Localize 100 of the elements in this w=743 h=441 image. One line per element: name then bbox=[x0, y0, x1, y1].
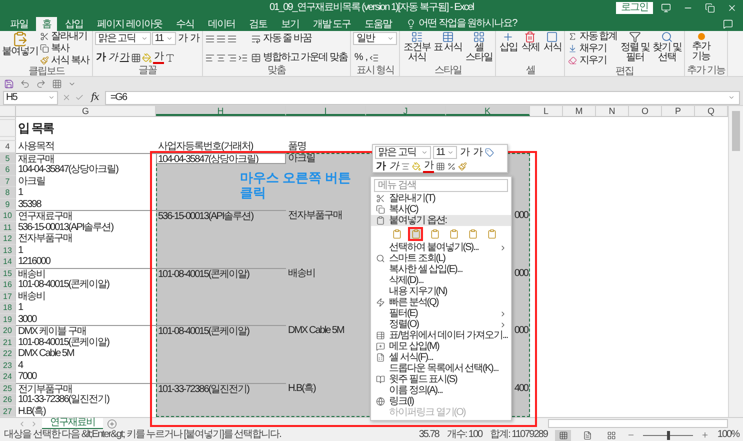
format-painter-button[interactable]: 서식 복사 bbox=[39, 55, 90, 66]
column-header[interactable]: H bbox=[156, 106, 286, 116]
align-center-icon[interactable] bbox=[401, 162, 410, 171]
menu-item[interactable]: 윗주 필드 표시(S) bbox=[371, 374, 511, 385]
normal-view-button[interactable] bbox=[555, 430, 572, 440]
tell-me-search[interactable]: 어떤 작업을 원하시나요? bbox=[418, 17, 517, 31]
grow-font-button[interactable]: 가 bbox=[459, 146, 470, 159]
font-name-field[interactable]: 맑은 고딕 bbox=[94, 32, 151, 45]
menu-item[interactable]: 스마트 조회(L) bbox=[371, 253, 511, 264]
row-header[interactable]: 5 bbox=[0, 152, 16, 164]
row-header[interactable]: 11 bbox=[0, 222, 16, 233]
menu-item[interactable]: 내용 지우기(N) bbox=[371, 286, 511, 297]
ribbon-tab[interactable]: 보기 bbox=[274, 17, 305, 31]
ribbon-tab[interactable]: 도움말 bbox=[358, 17, 398, 31]
autosum-button[interactable]: 자동 합계 bbox=[567, 31, 618, 42]
row-header[interactable]: 23 bbox=[0, 360, 16, 371]
fill-button[interactable]: 채우기 bbox=[567, 43, 618, 54]
row-header[interactable]: 20 bbox=[0, 325, 16, 336]
column-header[interactable]: J bbox=[366, 106, 446, 116]
row-header[interactable]: 17 bbox=[0, 290, 16, 302]
sort-filter-button[interactable]: 정렬 및 필터 bbox=[620, 31, 650, 66]
menu-item[interactable]: 선택하여 붙여넣기(S)... bbox=[371, 242, 511, 253]
add-ins-button[interactable]: 추가 기능 bbox=[687, 31, 716, 65]
row-header[interactable]: 21 bbox=[0, 336, 16, 348]
menu-search-field[interactable]: 메뉴 검색 bbox=[374, 179, 508, 192]
login-button[interactable]: 로그인 bbox=[616, 2, 653, 14]
comment-icon[interactable] bbox=[723, 19, 733, 29]
menu-item[interactable]: 빠른 분석(Q) bbox=[371, 297, 511, 308]
italic-button[interactable]: 가 bbox=[388, 160, 399, 173]
ribbon-tab[interactable]: 홈 bbox=[36, 17, 57, 31]
row-header[interactable]: 9 bbox=[0, 198, 16, 210]
row-header[interactable]: 18 bbox=[0, 302, 16, 314]
fill-color-icon[interactable] bbox=[412, 162, 421, 171]
zoom-in-icon[interactable] bbox=[701, 431, 710, 439]
row-header[interactable]: 13 bbox=[0, 244, 16, 256]
add-sheet-icon[interactable] bbox=[107, 418, 117, 428]
clear-button[interactable]: 지우기 bbox=[567, 55, 618, 66]
row-header[interactable]: 7 bbox=[0, 176, 16, 187]
style-button[interactable]: 셀 스타일 bbox=[464, 31, 494, 65]
restore-icon[interactable] bbox=[705, 3, 715, 13]
ribbon-tab[interactable]: 파일 bbox=[4, 17, 34, 31]
menu-item[interactable]: 드롭다운 목록에서 선택(K)... bbox=[371, 363, 511, 374]
row-header[interactable]: 26 bbox=[0, 394, 16, 406]
menu-item[interactable]: 메모 삽입(M) bbox=[371, 341, 511, 352]
merge-center-button[interactable]: 병합하고 가운데 맞춤 bbox=[250, 50, 348, 65]
menu-item[interactable]: 복사(C) bbox=[371, 204, 511, 215]
ribbon-tab[interactable]: 검토 bbox=[242, 17, 273, 31]
column-header[interactable]: I bbox=[286, 106, 366, 116]
menu-item[interactable]: 필터(E) bbox=[371, 308, 511, 319]
scroll-right-icon[interactable] bbox=[30, 420, 38, 428]
font-color-button[interactable]: 가 bbox=[423, 160, 434, 173]
row-header[interactable]: 24 bbox=[0, 371, 16, 382]
paste-option-button[interactable] bbox=[408, 227, 423, 241]
undo-icon[interactable] bbox=[20, 78, 30, 88]
italic-button[interactable]: 가 bbox=[106, 51, 118, 64]
font-color-button[interactable]: 가 bbox=[152, 51, 164, 64]
font-size-field[interactable]: 11 bbox=[433, 146, 457, 159]
wrap-text-button[interactable]: 자동 줄 바꿈 bbox=[250, 31, 348, 46]
comma-button[interactable]: , bbox=[364, 51, 368, 64]
number-format-field[interactable]: 일반 bbox=[353, 32, 398, 45]
name-box[interactable]: H5 bbox=[3, 90, 58, 104]
row-header[interactable]: 16 bbox=[0, 279, 16, 290]
row-header[interactable]: 15 bbox=[0, 268, 16, 279]
ribbon-tab[interactable]: 개발 도구 bbox=[306, 17, 357, 31]
borders-icon[interactable] bbox=[130, 52, 141, 62]
menu-item[interactable]: 삭제(D)... bbox=[371, 275, 511, 286]
borders-icon[interactable] bbox=[436, 162, 445, 171]
cut-button[interactable]: 잘라내기 bbox=[39, 31, 90, 42]
percent-icon[interactable] bbox=[447, 162, 456, 171]
row-header[interactable]: 22 bbox=[0, 348, 16, 360]
row-header[interactable]: 19 bbox=[0, 314, 16, 325]
menu-item[interactable]: 셀 서식(F)... bbox=[371, 352, 511, 363]
paste-button[interactable]: 붙여넣기 bbox=[3, 31, 37, 66]
font-size-field[interactable]: 11 bbox=[152, 32, 176, 45]
shrink-font-button[interactable]: 가 bbox=[472, 146, 483, 159]
column-header[interactable]: K bbox=[446, 106, 530, 116]
formula-field[interactable]: =G6 bbox=[105, 90, 740, 104]
enter-icon[interactable] bbox=[75, 93, 84, 102]
scroll-left-icon[interactable] bbox=[18, 420, 26, 428]
cells-button[interactable]: 서식 bbox=[542, 31, 562, 65]
sheet-tab[interactable]: 연구재료비 bbox=[42, 418, 103, 430]
style-button[interactable]: 조건부 서식 bbox=[402, 31, 432, 65]
menu-item[interactable]: 복사한 셀 삽입(E)... bbox=[371, 264, 511, 275]
menu-item[interactable]: 정렬(O) bbox=[371, 319, 511, 330]
horizontal-scrollbar[interactable] bbox=[548, 419, 728, 428]
style-button[interactable]: 표 서식 bbox=[433, 31, 462, 65]
row-header[interactable]: 10 bbox=[0, 210, 16, 222]
underline-button[interactable]: 가 bbox=[118, 51, 130, 64]
bold-button[interactable]: 가 bbox=[94, 51, 106, 64]
save-icon[interactable] bbox=[4, 78, 14, 88]
menu-item[interactable]: 표/범위에서 데이터 가져오기... bbox=[371, 330, 511, 341]
close-icon[interactable] bbox=[727, 3, 737, 13]
menu-item[interactable]: 링크(I) bbox=[371, 396, 511, 407]
row-header[interactable]: 4 bbox=[0, 141, 16, 152]
row-header[interactable]: 27 bbox=[0, 406, 16, 417]
vertical-scrollbar[interactable] bbox=[728, 106, 743, 417]
find-select-button[interactable]: 찾기 및 선택 bbox=[652, 31, 682, 66]
cells-button[interactable]: 삽입 bbox=[498, 31, 518, 65]
ribbon-tab[interactable]: 수식 bbox=[170, 17, 200, 31]
font-name-field[interactable]: 맑은 고딕 bbox=[375, 146, 431, 159]
